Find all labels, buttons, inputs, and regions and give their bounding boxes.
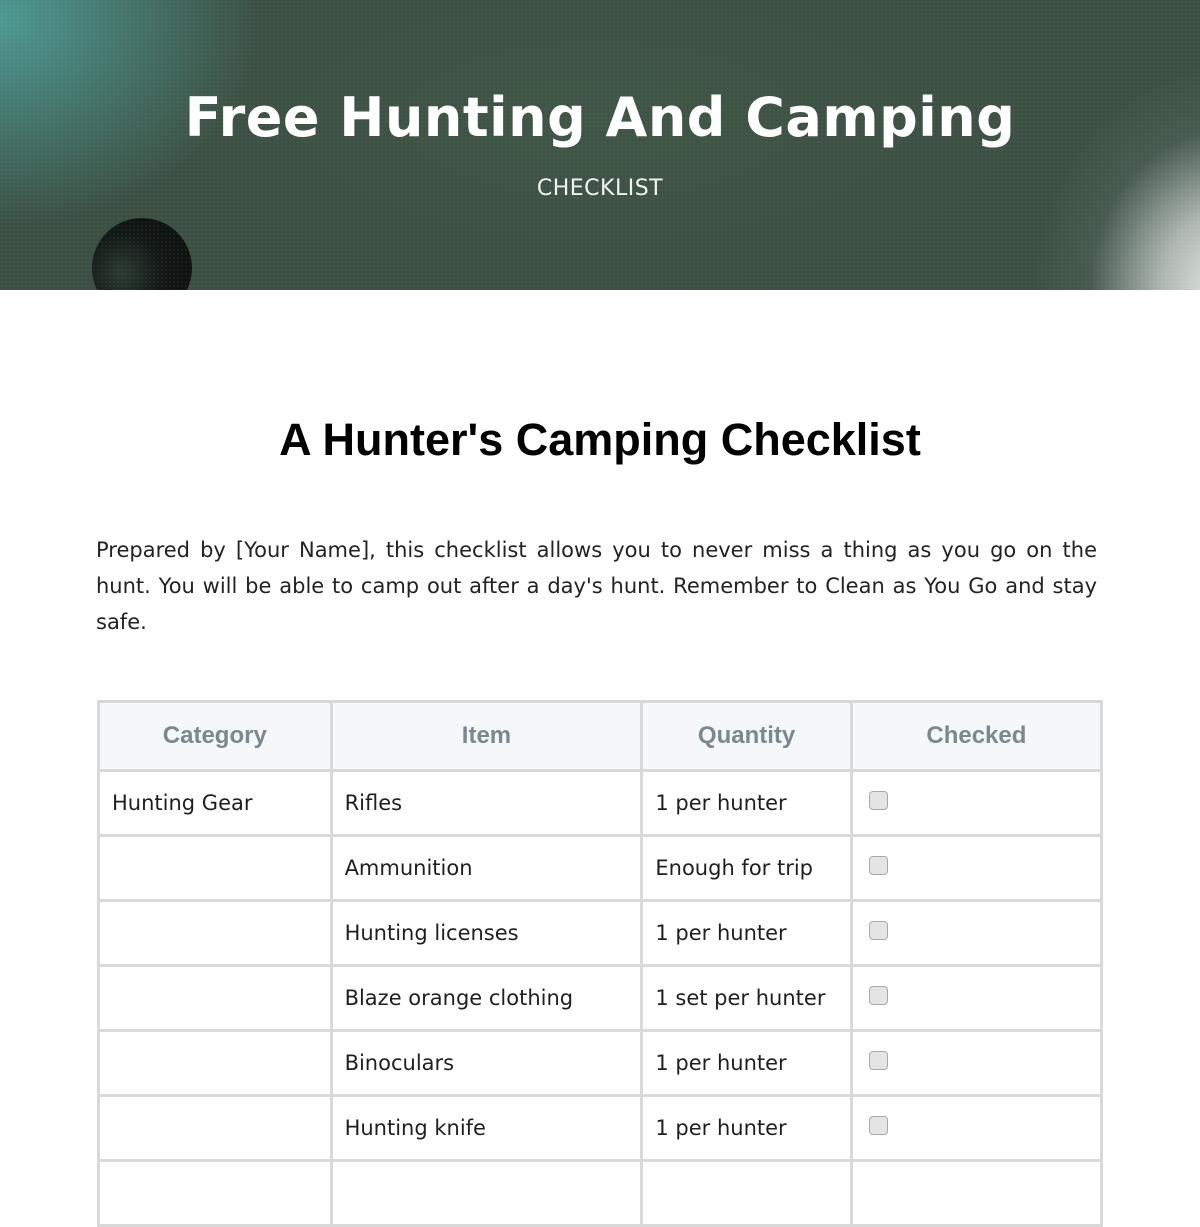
- cell-quantity: Enough for trip: [640, 834, 853, 902]
- hero-banner: Free Hunting And Camping CHECKLIST: [0, 0, 1200, 290]
- cell-item: Binoculars: [329, 1029, 644, 1097]
- header-quantity: Quantity: [640, 700, 853, 772]
- table-row: Hunting licenses 1 per hunter: [97, 899, 1104, 967]
- header-item: Item: [329, 700, 644, 772]
- cell-quantity: [640, 1159, 853, 1227]
- cell-item: Ammunition: [329, 834, 644, 902]
- table-row: Blaze orange clothing 1 set per hunter: [97, 964, 1104, 1032]
- cell-item: [329, 1159, 644, 1227]
- intro-paragraph: Prepared by [Your Name], this checklist …: [96, 538, 1097, 634]
- checkbox[interactable]: [868, 1115, 888, 1135]
- cell-item: Hunting licenses: [329, 899, 644, 967]
- cell-category: [97, 834, 333, 902]
- cell-item: Rifles: [329, 769, 644, 837]
- cell-checked: [849, 834, 1104, 902]
- table-row: Hunting Gear Rifles 1 per hunter: [97, 769, 1104, 837]
- document-title: A Hunter's Camping Checklist: [279, 414, 921, 465]
- cell-checked: [849, 1094, 1104, 1162]
- cell-quantity: 1 per hunter: [640, 769, 853, 837]
- checkbox[interactable]: [868, 790, 888, 810]
- cell-checked: [849, 899, 1104, 967]
- cell-category: [97, 964, 333, 1032]
- header-category: Category: [97, 700, 333, 772]
- decorative-orb: [92, 218, 192, 290]
- cell-quantity: 1 per hunter: [640, 1029, 853, 1097]
- checkbox[interactable]: [868, 985, 888, 1005]
- hero-subtitle: CHECKLIST: [536, 176, 664, 201]
- cell-checked: [849, 1159, 1104, 1227]
- cell-category: [97, 1029, 333, 1097]
- table-row: Hunting knife 1 per hunter: [97, 1094, 1104, 1162]
- cell-item: Blaze orange clothing: [329, 964, 644, 1032]
- checkbox[interactable]: [868, 855, 888, 875]
- hero-title: Free Hunting And Camping: [184, 86, 1016, 149]
- cell-category: [97, 1094, 333, 1162]
- cell-category: [97, 899, 333, 967]
- cell-checked: [849, 964, 1104, 1032]
- table-row: Ammunition Enough for trip: [97, 834, 1104, 902]
- checklist-table: Category Item Quantity Checked Hunting G…: [97, 700, 1104, 1227]
- header-checked: Checked: [849, 700, 1104, 772]
- table-header-row: Category Item Quantity Checked: [97, 700, 1104, 772]
- table-row: Binoculars 1 per hunter: [97, 1029, 1104, 1097]
- cell-quantity: 1 set per hunter: [640, 964, 853, 1032]
- table-row: [97, 1159, 1104, 1227]
- cell-category: [97, 1159, 333, 1227]
- cell-checked: [849, 1029, 1104, 1097]
- cell-category: Hunting Gear: [97, 769, 333, 837]
- cell-quantity: 1 per hunter: [640, 899, 853, 967]
- cell-item: Hunting knife: [329, 1094, 644, 1162]
- cell-checked: [849, 769, 1104, 837]
- checkbox[interactable]: [868, 1050, 888, 1070]
- checkbox[interactable]: [868, 920, 888, 940]
- cell-quantity: 1 per hunter: [640, 1094, 853, 1162]
